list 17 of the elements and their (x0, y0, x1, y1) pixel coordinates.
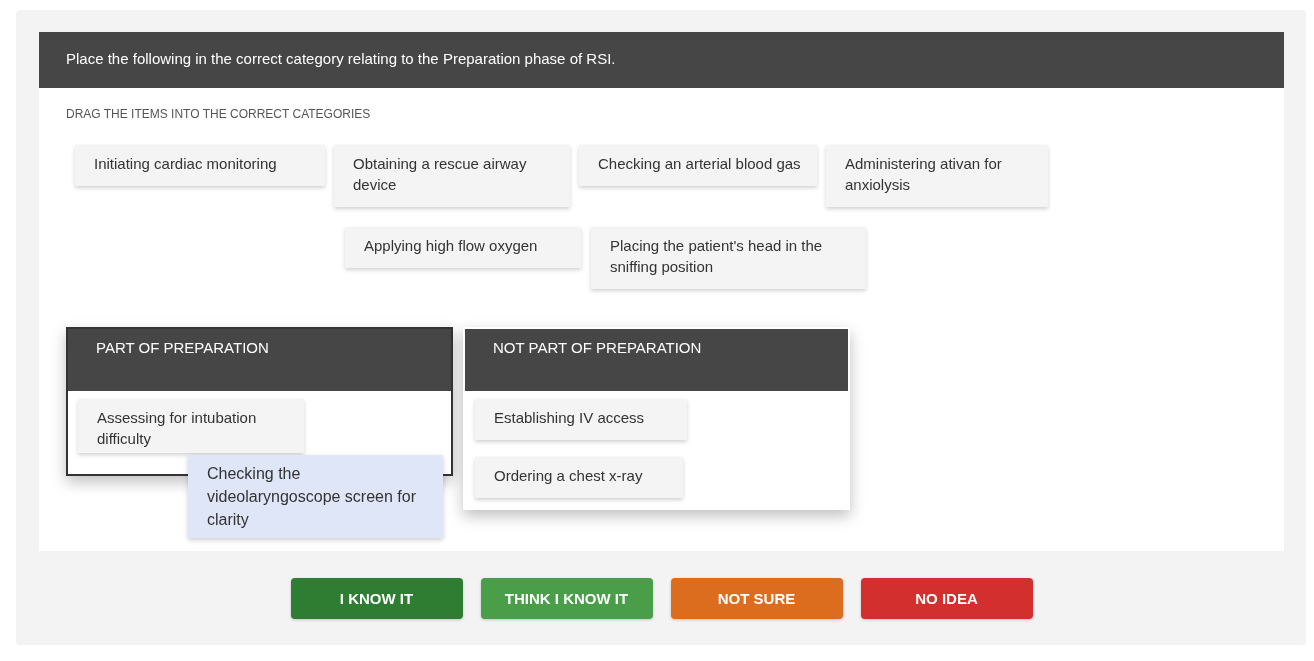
drag-item[interactable]: Obtaining a rescue airway device (334, 145, 570, 207)
drag-item[interactable]: Checking an arterial blood gas (579, 145, 817, 186)
category-title: PART OF PREPARATION (68, 329, 451, 391)
instruction-text: DRAG THE ITEMS INTO THE CORRECT CATEGORIES (65, 106, 372, 123)
question-text: Place the following in the correct category relating to the Preparation phase of RSI. (39, 32, 1284, 88)
confidence-button[interactable]: NO IDEA (860, 578, 1033, 619)
confidence-button[interactable]: I KNOW IT (290, 578, 463, 619)
drag-item[interactable]: Applying high flow oxygen (345, 227, 581, 268)
category-title: NOT PART OF PREPARATION (465, 329, 848, 391)
drag-item[interactable]: Administering ativan for anxiolysis (826, 145, 1048, 207)
drag-item[interactable]: Ordering a chest x-ray (475, 457, 683, 498)
drag-item[interactable]: Placing the patient's head in the sniffing position (591, 227, 866, 289)
category-box[interactable]: NOT PART OF PREPARATION Establishing IV access Ordering a chest x-ray (463, 327, 850, 510)
drag-item[interactable]: Establishing IV access (475, 399, 687, 440)
drag-item[interactable]: Initiating cardiac monitoring (75, 145, 325, 186)
drag-item[interactable]: Assessing for intubation difficulty (78, 399, 304, 453)
dragged-item[interactable]: Checking the videolaryngoscope screen for clarity (188, 455, 443, 538)
